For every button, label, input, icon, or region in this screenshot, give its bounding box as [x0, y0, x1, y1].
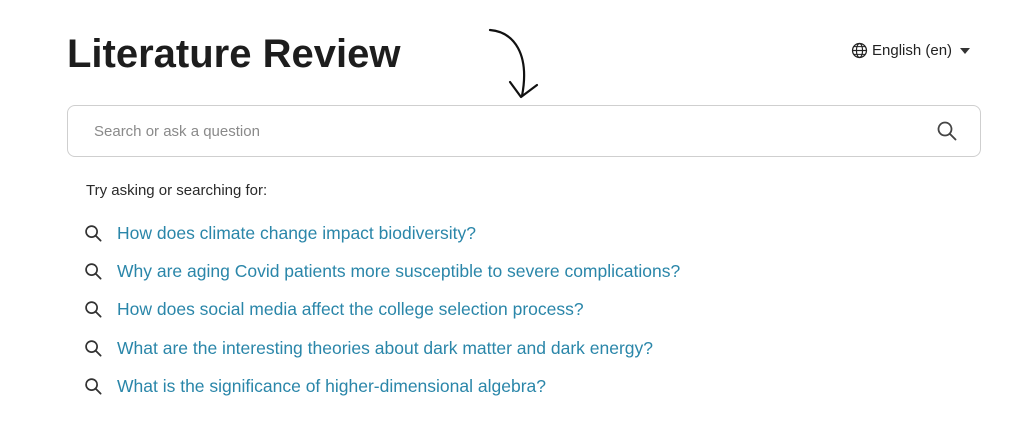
suggestion-item[interactable]: How does social media affect the college… [84, 291, 680, 329]
language-selector[interactable]: English (en) [851, 42, 971, 59]
search-icon [85, 224, 102, 242]
suggestions-list: How does climate change impact biodivers… [84, 214, 680, 405]
suggestion-link[interactable]: What are the interesting theories about … [117, 338, 653, 359]
search-input[interactable] [92, 121, 936, 141]
suggestion-item[interactable]: What are the interesting theories about … [84, 329, 680, 367]
suggestion-item[interactable]: How does climate change impact biodivers… [84, 214, 680, 252]
caret-down-icon [960, 47, 971, 54]
search-bar [67, 105, 981, 157]
suggestion-link[interactable]: Why are aging Covid patients more suscep… [117, 261, 680, 282]
search-icon [85, 378, 102, 395]
search-icon [85, 339, 102, 357]
language-label: English (en) [872, 42, 953, 59]
suggestion-item[interactable]: Why are aging Covid patients more suscep… [84, 252, 680, 290]
search-icon [85, 263, 102, 280]
hand-drawn-arrow-icon [488, 28, 539, 99]
suggestion-item[interactable]: What is the significance of higher-dimen… [84, 367, 680, 405]
suggestions-label: Try asking or searching for: [86, 182, 268, 199]
globe-icon [851, 42, 868, 59]
page-title: Literature Review [67, 32, 401, 76]
search-icon[interactable] [936, 120, 958, 142]
suggestion-link[interactable]: How does climate change impact biodivers… [117, 223, 476, 244]
suggestion-link[interactable]: How does social media affect the college… [117, 299, 584, 320]
suggestion-link[interactable]: What is the significance of higher-dimen… [117, 376, 546, 397]
search-icon [85, 301, 102, 318]
literature-review-page: Literature Review English (en) Try askin… [0, 0, 1024, 445]
